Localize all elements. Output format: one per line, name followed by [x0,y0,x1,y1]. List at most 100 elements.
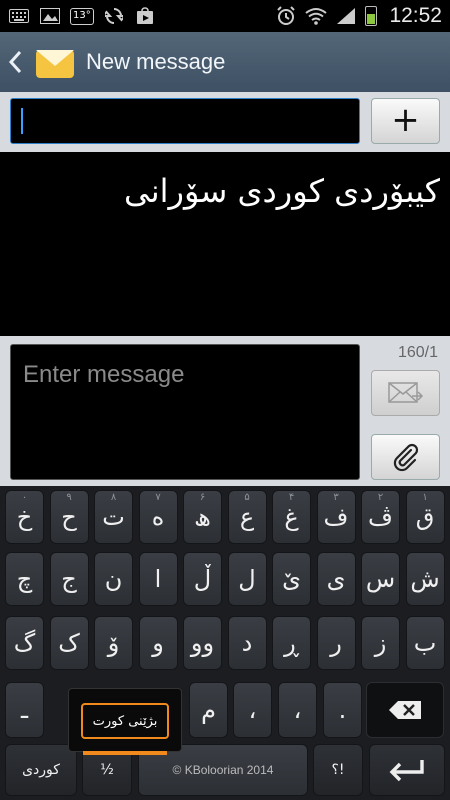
key-label: خ [16,503,33,531]
keyboard-icon [8,7,30,25]
battery-icon [365,6,378,26]
key[interactable]: ۹ح [49,490,89,544]
key[interactable]: ، [233,682,272,738]
key[interactable]: ێ [272,552,311,606]
key[interactable]: د [227,616,267,670]
key-label: ز [374,629,387,657]
paperclip-icon [393,443,418,472]
key[interactable]: گ [5,616,44,670]
key-label: ف [323,503,349,531]
key-number-hint: ۸ [110,492,117,503]
key-label: کوردی [22,762,60,778]
key-label: ، [248,696,257,724]
key[interactable]: ن [94,552,133,606]
key[interactable]: م [189,682,228,738]
add-recipient-button[interactable]: + [371,98,440,144]
key-label: و [152,629,164,657]
key-label: ، [293,696,302,724]
key[interactable]: ش [405,552,445,606]
key[interactable]: و [138,616,178,670]
key-label: ؟! [331,762,345,778]
play-store-icon [134,7,156,25]
popup-option[interactable]: بژێنی کورت [81,703,169,739]
key[interactable]: س [361,552,400,606]
send-button[interactable] [371,370,440,416]
backspace-key[interactable] [366,682,444,738]
key-label: ½ [100,762,114,778]
key-label: ن [104,565,123,593]
key-label: ھ [194,503,211,531]
key[interactable]: ر [316,616,356,670]
key-label: س [365,565,396,593]
key[interactable]: ۳ف [316,490,356,544]
key[interactable]: ، [278,682,317,738]
attach-button[interactable] [371,434,440,480]
key-label: ش [410,565,440,593]
key-label: ت [102,503,125,531]
key[interactable]: ڵ [183,552,222,606]
key[interactable]: ۰خ [5,490,44,544]
key-number-hint: ۶ [199,492,206,503]
key[interactable]: ۷ە [138,490,178,544]
compose-area: Enter message 160/1 [0,336,450,486]
key-number-hint: ۴ [288,492,295,503]
punctuation-key[interactable]: ؟! [313,744,363,796]
key[interactable]: وو [183,616,222,670]
sync-icon [103,7,125,25]
key[interactable]: . [323,682,362,738]
key[interactable]: ج [49,552,89,606]
status-bar: 13° 12:52 [0,0,450,32]
backspace-icon [389,701,421,719]
key-label: م [201,696,216,724]
key[interactable]: ۲ڤ [361,490,400,544]
key[interactable]: ۸ت [94,490,133,544]
key-label: وو [190,629,215,657]
key-label: ح [61,503,77,531]
enter-key[interactable] [369,744,445,796]
key-number-hint: ۲ [377,492,384,503]
key[interactable]: ۵ع [227,490,267,544]
key-label: ک [58,629,80,657]
key[interactable]: ل [227,552,267,606]
key-label: ع [239,503,255,531]
page-title: New message [86,49,226,74]
key-label: غ [284,503,299,531]
key[interactable]: ا [138,552,178,606]
messaging-app-icon[interactable] [36,44,74,80]
message-thread: کیبۆردی کوردی سۆرانی [0,152,450,336]
key[interactable]: ز [361,616,400,670]
recipient-input[interactable] [10,98,360,144]
key[interactable]: ب [405,616,445,670]
key[interactable]: ڕ [272,616,311,670]
message-placeholder: Enter message [23,361,185,388]
key[interactable]: ۆ [94,616,133,670]
alarm-icon [275,6,297,25]
key-label: . [338,696,347,724]
popup-indicator [83,751,167,755]
back-icon[interactable] [0,32,30,92]
signal-icon [335,7,357,25]
key[interactable]: ی [316,552,356,606]
key[interactable]: چ [5,552,44,606]
key-label: ڕ [284,629,299,657]
language-key[interactable]: کوردی [5,744,77,796]
key-label: © KBoloorian 2014 [172,763,274,777]
key[interactable]: ـ [5,682,44,738]
key-label: ب [413,629,437,657]
key-number-hint: ۰ [21,492,28,503]
key-label: ۆ [107,629,120,657]
recipient-row: + [0,92,450,152]
text-caret [21,108,23,134]
key-number-hint: ۷ [155,492,161,503]
key[interactable]: ۶ھ [183,490,222,544]
key-label: گ [13,629,36,657]
key[interactable]: ک [49,616,89,670]
key[interactable]: ۴غ [272,490,311,544]
gallery-icon [39,7,61,25]
wifi-icon [305,7,328,25]
key[interactable]: ۱ق [405,490,445,544]
key-label: ی [326,565,346,593]
enter-icon [389,760,424,782]
message-input[interactable]: Enter message [10,344,360,480]
key-label: ـ [20,696,29,724]
